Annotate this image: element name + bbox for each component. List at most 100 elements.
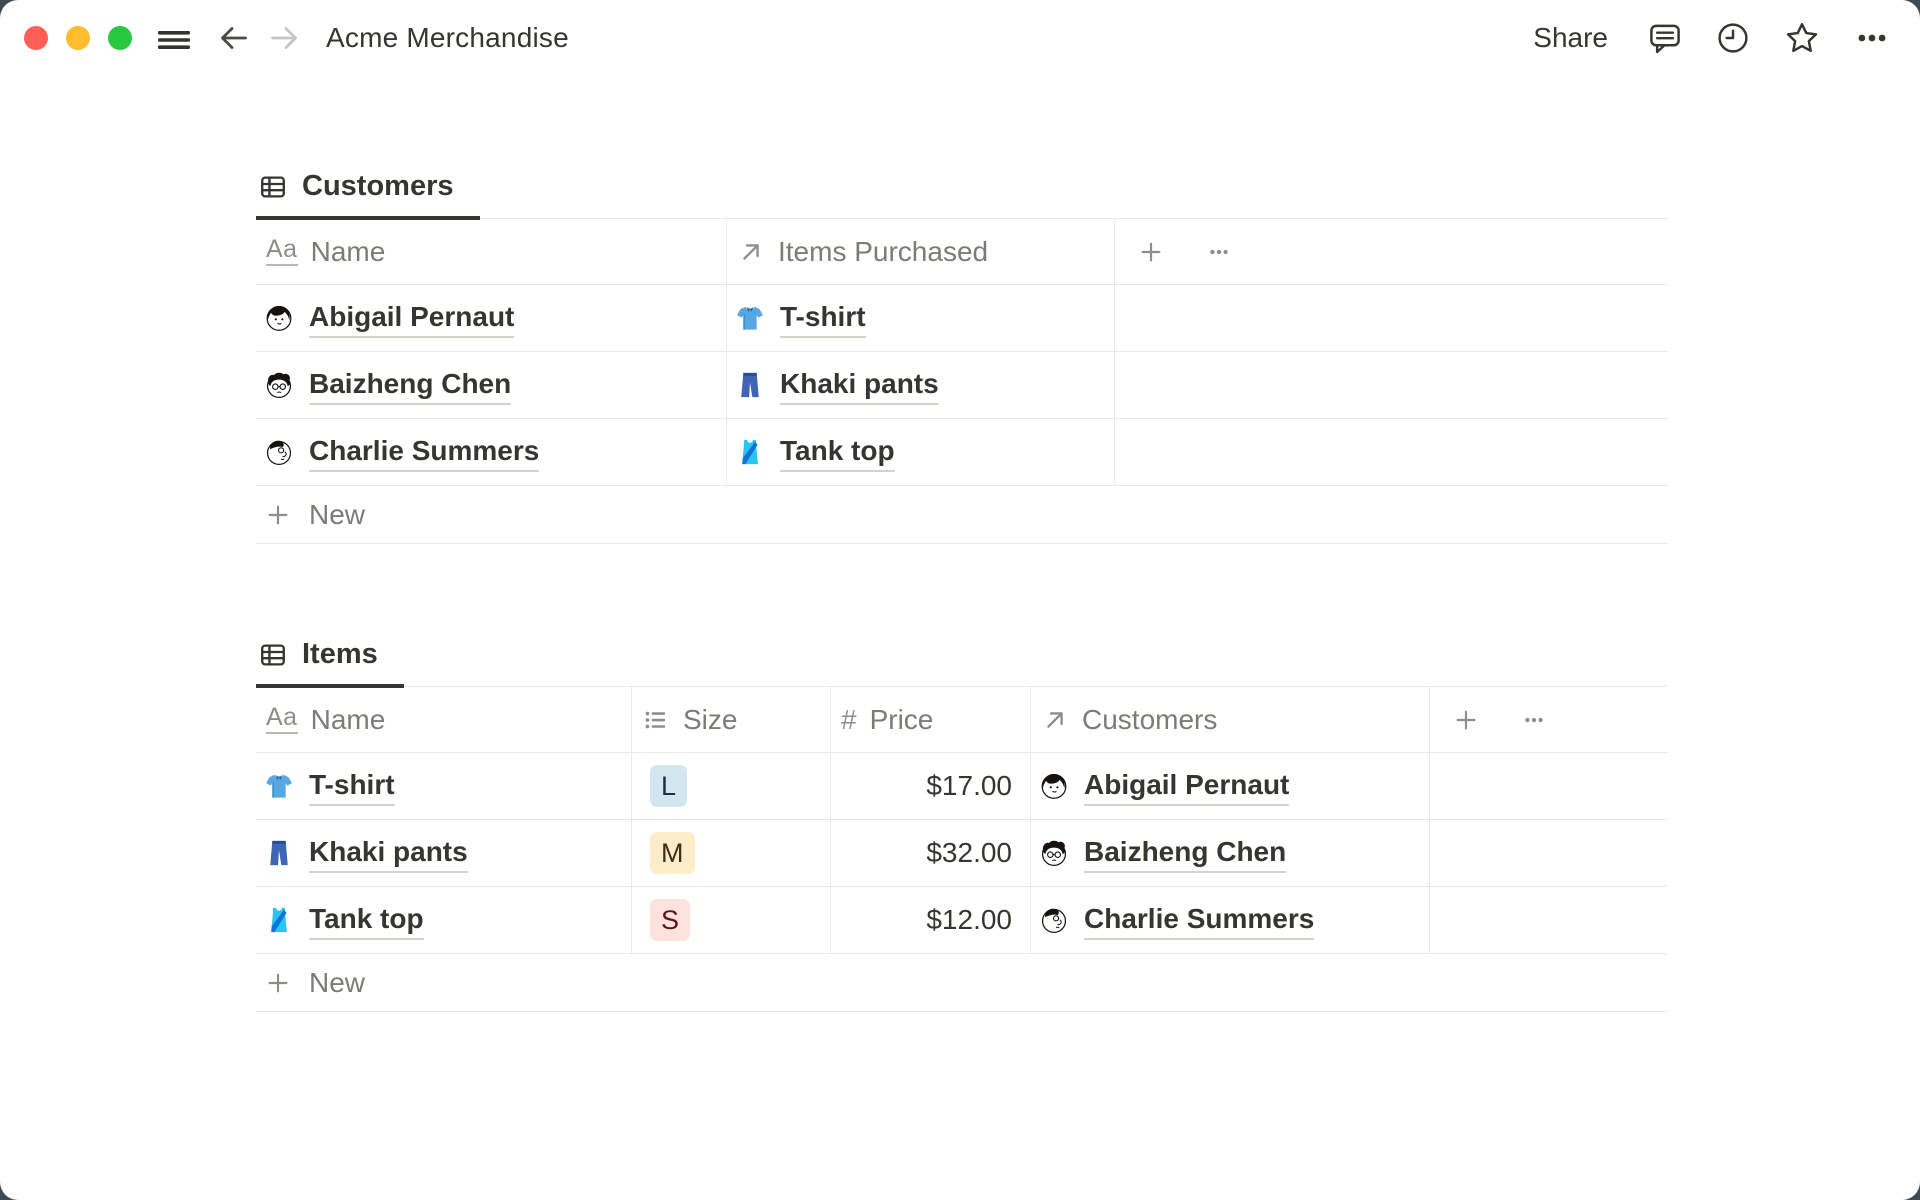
column-header-name[interactable]: Aa Name	[256, 219, 727, 284]
column-label: Price	[869, 703, 934, 735]
number-property-icon: #	[841, 703, 857, 735]
empty-cell[interactable]	[1430, 887, 1668, 953]
empty-cell[interactable]	[1115, 419, 1668, 485]
items-header-row: Aa Name Size # Price Customers	[256, 687, 1668, 753]
comment-icon	[1648, 21, 1682, 55]
back-button[interactable]	[218, 22, 250, 54]
column-header-items-purchased[interactable]: Items Purchased	[727, 219, 1115, 284]
page-link[interactable]: Charlie Summers	[309, 433, 540, 472]
table-row[interactable]: Charlie Summers Tank top	[256, 419, 1668, 486]
forward-button[interactable]	[268, 22, 300, 54]
page-link[interactable]: Tank top	[309, 901, 424, 940]
size-badge[interactable]: M	[650, 832, 695, 874]
relation-link[interactable]: Abigail Pernaut	[1084, 767, 1290, 806]
relation-link[interactable]: Khaki pants	[780, 366, 939, 405]
table-row[interactable]: T-shirt L $17.00 Abigail Pernaut	[256, 753, 1668, 820]
name-cell[interactable]: Abigail Pernaut	[256, 285, 727, 351]
more-options-button[interactable]	[1854, 20, 1890, 56]
items-purchased-cell[interactable]: T-shirt	[727, 285, 1115, 351]
column-label: Size	[683, 703, 738, 735]
table-view-icon	[258, 172, 288, 202]
close-window-button[interactable]	[24, 26, 48, 50]
empty-cell[interactable]	[1115, 285, 1668, 351]
name-cell[interactable]: T-shirt	[256, 753, 632, 819]
customers-view-tabs: Customers	[256, 170, 1668, 220]
size-cell[interactable]: L	[632, 753, 831, 819]
share-button[interactable]: Share	[1533, 22, 1608, 54]
name-cell[interactable]: Charlie Summers	[256, 419, 727, 485]
page-link[interactable]: Baizheng Chen	[309, 366, 512, 405]
customers-cell[interactable]: Charlie Summers	[1031, 887, 1430, 953]
relation-link[interactable]: Charlie Summers	[1084, 901, 1315, 940]
customers-cell[interactable]: Abigail Pernaut	[1031, 753, 1430, 819]
relation-link[interactable]: T-shirt	[780, 299, 866, 338]
relation-link[interactable]: Tank top	[780, 433, 895, 472]
star-icon	[1784, 20, 1820, 56]
table-row[interactable]: Abigail Pernaut T-shirt	[256, 285, 1668, 352]
table-options-icon[interactable]	[1520, 706, 1548, 734]
items-header-actions	[1430, 687, 1668, 752]
price-cell[interactable]: $12.00	[831, 887, 1031, 953]
column-header-customers[interactable]: Customers	[1031, 687, 1430, 752]
customers-header-row: Aa Name Items Purchased	[256, 219, 1668, 285]
name-cell[interactable]: Baizheng Chen	[256, 352, 727, 418]
text-property-icon: Aa	[266, 705, 298, 734]
new-row-button[interactable]: New	[256, 486, 1668, 544]
column-header-size[interactable]: Size	[632, 687, 831, 752]
relation-arrow-icon	[1041, 706, 1069, 734]
price-cell[interactable]: $17.00	[831, 753, 1031, 819]
tab-label: Items	[302, 638, 378, 670]
column-label: Customers	[1082, 703, 1218, 735]
column-label: Items Purchased	[778, 235, 989, 267]
size-cell[interactable]: M	[632, 820, 831, 886]
customers-cell[interactable]: Baizheng Chen	[1031, 820, 1430, 886]
sidebar-toggle-button[interactable]	[156, 24, 192, 52]
new-row-button[interactable]: New	[256, 954, 1668, 1012]
table-options-icon[interactable]	[1205, 238, 1233, 266]
relation-link[interactable]: Baizheng Chen	[1084, 834, 1287, 873]
size-cell[interactable]: S	[632, 887, 831, 953]
price-cell[interactable]: $32.00	[831, 820, 1031, 886]
text-property-icon: Aa	[266, 237, 298, 266]
column-header-name[interactable]: Aa Name	[256, 687, 632, 752]
minimize-window-button[interactable]	[66, 26, 90, 50]
items-database: Items Aa Name Size # Price Customers T-s…	[256, 638, 1668, 1012]
forward-arrow-icon	[268, 22, 300, 54]
tshirt-icon	[735, 303, 765, 333]
page-link[interactable]: Khaki pants	[309, 834, 468, 873]
size-badge[interactable]: L	[650, 765, 688, 807]
favorite-button[interactable]	[1784, 20, 1820, 56]
add-column-icon[interactable]	[1452, 706, 1480, 734]
avatar-charlie-icon	[1039, 905, 1069, 935]
add-column-icon[interactable]	[1137, 238, 1165, 266]
empty-cell[interactable]	[1430, 753, 1668, 819]
tank-top-icon	[264, 905, 294, 935]
name-cell[interactable]: Khaki pants	[256, 820, 632, 886]
name-cell[interactable]: Tank top	[256, 887, 632, 953]
tab-items-table-view[interactable]: Items	[256, 638, 404, 688]
table-row[interactable]: Khaki pants M $32.00 Baizheng Chen	[256, 820, 1668, 887]
empty-cell[interactable]	[1430, 820, 1668, 886]
table-view-icon	[258, 640, 288, 670]
size-badge[interactable]: S	[650, 899, 691, 941]
items-view-tabs: Items	[256, 638, 1668, 688]
page-link[interactable]: Abigail Pernaut	[309, 299, 515, 338]
page-link[interactable]: T-shirt	[309, 767, 395, 806]
table-row[interactable]: Baizheng Chen Khaki pants	[256, 352, 1668, 419]
tab-customers-table-view[interactable]: Customers	[256, 170, 480, 220]
empty-cell[interactable]	[1115, 352, 1668, 418]
tab-label: Customers	[302, 170, 454, 202]
table-row[interactable]: Tank top S $12.00 Charlie Summers	[256, 887, 1668, 954]
plus-icon	[264, 969, 292, 997]
column-header-price[interactable]: # Price	[831, 687, 1031, 752]
updates-button[interactable]	[1716, 21, 1750, 55]
avatar-baizheng-icon	[1039, 838, 1069, 868]
ellipsis-icon	[1854, 20, 1890, 56]
comments-button[interactable]	[1648, 21, 1682, 55]
items-purchased-cell[interactable]: Tank top	[727, 419, 1115, 485]
avatar-abigail-icon	[1039, 771, 1069, 801]
items-purchased-cell[interactable]: Khaki pants	[727, 352, 1115, 418]
zoom-window-button[interactable]	[108, 26, 132, 50]
plus-icon	[264, 501, 292, 529]
jeans-icon	[264, 838, 294, 868]
